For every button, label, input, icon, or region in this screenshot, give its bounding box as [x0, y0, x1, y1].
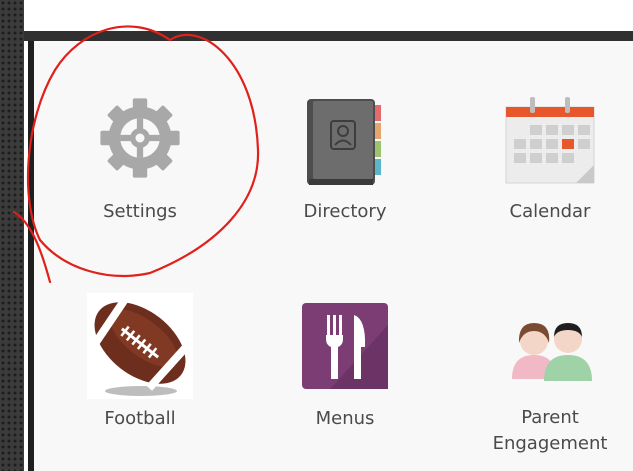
fork-knife-icon — [302, 303, 388, 389]
parents-icon — [512, 323, 592, 381]
gear-icon — [100, 98, 180, 178]
calendar-icon — [505, 97, 595, 184]
app-tile-directory[interactable]: Directory — [245, 91, 445, 241]
app-label-settings: Settings — [103, 201, 177, 222]
app-label-directory: Directory — [303, 201, 387, 222]
app-tile-football[interactable]: Football — [40, 291, 240, 441]
app-grid-panel: Settings Directory Calendar Football Men… — [28, 41, 633, 471]
app-label-parent-engagement: Parent Engagement — [492, 407, 608, 454]
football-icon — [87, 293, 193, 399]
app-label-football: Football — [104, 408, 176, 429]
left-dotted-border — [0, 0, 24, 471]
top-bar — [24, 31, 633, 41]
app-label-menus: Menus — [315, 408, 375, 429]
window-top-background — [0, 0, 633, 31]
app-tile-menus[interactable]: Menus — [245, 291, 445, 441]
app-tile-parent-engagement[interactable]: Parent Engagement — [450, 291, 633, 461]
address-book-icon — [307, 99, 381, 185]
app-tile-settings[interactable]: Settings — [40, 91, 240, 241]
app-tile-calendar[interactable]: Calendar — [450, 91, 633, 241]
app-label-calendar: Calendar — [509, 201, 591, 222]
